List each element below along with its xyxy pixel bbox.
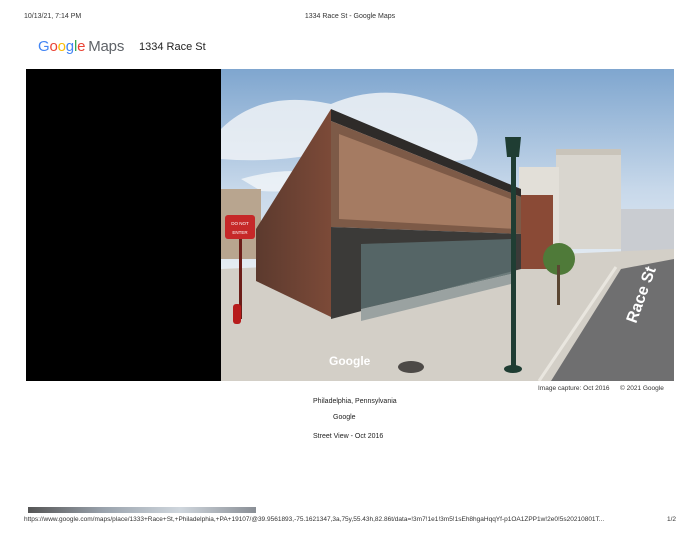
manhole-cover	[398, 361, 424, 373]
location-text: Philadelphia, Pennsylvania	[313, 398, 397, 405]
street-view-date: Street View - Oct 2016	[313, 433, 384, 440]
footer-url: https://www.google.com/maps/place/1333+R…	[24, 516, 605, 523]
street-view-image[interactable]: DO NOT ENTER Race St Google	[221, 69, 674, 381]
fire-hydrant	[233, 304, 241, 324]
provider-text: Google	[333, 414, 356, 421]
sign-text-top: DO NOT	[231, 221, 249, 226]
google-wordmark: Google	[38, 38, 86, 55]
google-watermark: Google	[329, 354, 371, 368]
sign-text-bottom: ENTER	[232, 230, 248, 235]
do-not-enter-sign	[225, 215, 255, 239]
image-capture-date: Image capture: Oct 2016	[538, 385, 610, 392]
google-maps-logo[interactable]: Google Maps	[38, 38, 124, 55]
header-title: 1334 Race St - Google Maps	[304, 13, 396, 20]
lamp-post	[511, 149, 516, 369]
street-view-viewer[interactable]: DO NOT ENTER Race St Google	[26, 69, 674, 381]
place-title: 1334 Race St	[139, 41, 206, 53]
next-page-thumbnail	[28, 507, 256, 513]
maps-wordmark: Maps	[88, 38, 125, 55]
map-copyright: © 2021 Google	[620, 385, 664, 392]
page-number: 1/2	[666, 516, 676, 523]
tower-building	[556, 149, 621, 249]
